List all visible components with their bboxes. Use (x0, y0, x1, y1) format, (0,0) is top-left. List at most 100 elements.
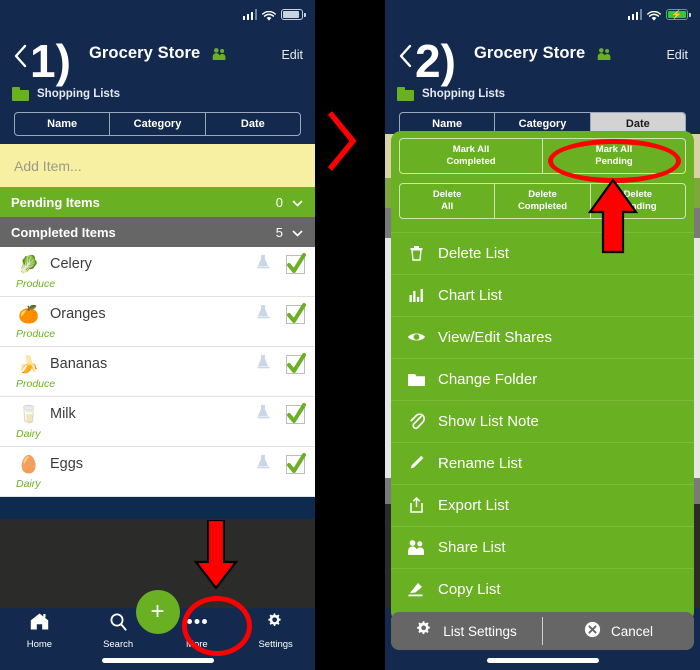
page-title-text-1: Grocery Store (88, 44, 201, 62)
menu-label-export-list: Export List (438, 496, 509, 514)
folder-icon (397, 87, 414, 101)
delete-all-line2: All (441, 200, 454, 212)
item-category: Dairy (16, 428, 41, 440)
nav-header-1: 1) Grocery Store Edit (0, 34, 315, 84)
home-icon (29, 612, 50, 636)
menu-item-chart-list[interactable]: Chart List (391, 273, 694, 316)
menu-item-view-edit-shares[interactable]: View/Edit Shares (391, 315, 694, 358)
item-checkbox[interactable] (286, 302, 306, 324)
mark-all-pending-button[interactable]: Mark All Pending (543, 139, 685, 173)
tab-label-home: Home (26, 639, 53, 650)
list-item[interactable]: 🥬 Celery Produce (0, 247, 315, 297)
edit-button-2[interactable]: Edit (666, 48, 688, 62)
menu-item-rename-list[interactable]: Rename List (391, 441, 694, 484)
page-title-text-2: Grocery Store (473, 44, 586, 62)
list-item[interactable]: 🥚 Eggs Dairy (0, 447, 315, 497)
delete-completed-line1: Delete (528, 188, 557, 200)
tab-label-more: More (186, 639, 208, 650)
nutrition-icon[interactable] (255, 453, 272, 475)
menu-item-share-list[interactable]: Share List (391, 525, 694, 568)
cancel-button[interactable]: Cancel (543, 612, 694, 650)
item-category: Produce (16, 278, 56, 290)
nutrition-icon[interactable] (255, 253, 272, 275)
section-label-completed: Completed Items (11, 224, 116, 240)
add-button-fab[interactable]: + (135, 590, 180, 634)
section-count-pending: 0 (275, 194, 283, 210)
delete-completed-button[interactable]: Delete Completed (495, 183, 591, 218)
tab-settings[interactable]: Settings (236, 612, 315, 654)
delete-all-button[interactable]: Delete All (400, 183, 496, 218)
mark-all-completed-line1: Mark All (452, 144, 490, 155)
item-name: Milk (50, 406, 76, 422)
wifi-icon (647, 9, 661, 21)
item-image: 🍌 (18, 354, 40, 374)
menu-label-delete-list: Delete List (438, 244, 509, 262)
search-icon (108, 612, 129, 636)
phone-screen-2: ⚡ 2) Grocery Store Edit Shopping Lists N… (385, 0, 700, 670)
sort-tab-category-1[interactable]: Category (110, 113, 206, 135)
menu-label-copy-list: Copy List (438, 580, 501, 598)
list-item[interactable]: 🍊 Oranges Produce (0, 297, 315, 347)
sort-segmented-control-1: Name Category Date (0, 108, 315, 144)
chevron-down-icon (292, 227, 303, 238)
mark-all-completed-button[interactable]: Mark All Completed (400, 139, 543, 173)
section-count-completed: 5 (275, 224, 283, 240)
section-label-pending: Pending Items (11, 194, 100, 210)
section-header-completed[interactable]: Completed Items 5 (0, 217, 315, 247)
battery-icon (281, 9, 306, 20)
nav-header-2: 2) Grocery Store Edit (385, 34, 700, 84)
status-bar-1 (0, 0, 315, 34)
chevron-down-icon (292, 197, 303, 208)
item-category: Produce (16, 378, 56, 390)
cellular-signal-icon (627, 9, 642, 20)
bar-chart-icon (403, 286, 429, 304)
export-icon (403, 496, 429, 514)
status-icons-1 (242, 9, 306, 21)
list-settings-label: List Settings (443, 623, 517, 639)
item-image: 🥚 (18, 454, 40, 474)
item-category: Dairy (16, 478, 41, 490)
sort-tab-date-1[interactable]: Date (206, 113, 300, 135)
tab-label-search: Search (103, 639, 134, 650)
item-checkbox[interactable] (286, 452, 306, 474)
section-header-pending[interactable]: Pending Items 0 (0, 187, 315, 217)
menu-item-show-list-note[interactable]: Show List Note (391, 399, 694, 442)
menu-item-delete-list[interactable]: Delete List (391, 231, 694, 274)
item-checkbox[interactable] (286, 352, 306, 374)
bulk-action-buttons: Mark All Completed Mark All Pending Dele… (391, 131, 694, 232)
item-name: Oranges (50, 306, 106, 322)
nutrition-icon[interactable] (255, 403, 272, 425)
mark-all-completed-line2: Completed (446, 155, 496, 167)
tab-home[interactable]: Home (0, 612, 79, 654)
gear-icon (416, 621, 433, 641)
menu-item-change-folder[interactable]: Change Folder (391, 357, 694, 400)
item-checkbox[interactable] (286, 402, 306, 424)
item-checkbox[interactable] (286, 252, 306, 274)
nutrition-icon[interactable] (255, 303, 272, 325)
mark-all-pending-line1: Mark All (595, 144, 633, 155)
paperclip-icon (403, 412, 429, 430)
edit-button-1[interactable]: Edit (281, 48, 303, 62)
cancel-label: Cancel (610, 623, 654, 639)
list-item[interactable]: 🍌 Bananas Produce (0, 347, 315, 397)
nutrition-icon[interactable] (255, 353, 272, 375)
list-item[interactable]: 🥛 Milk Dairy (0, 397, 315, 447)
sort-tab-name-1[interactable]: Name (15, 113, 111, 135)
step-number-1: 1) (30, 35, 71, 87)
menu-item-export-list[interactable]: Export List (391, 483, 694, 526)
delete-completed-line2: Completed (517, 200, 568, 212)
delete-pending-button[interactable]: Delete Pending (591, 184, 685, 218)
menu-item-copy-list[interactable]: Copy List (391, 567, 694, 610)
copy-icon (403, 581, 429, 598)
add-item-input-1[interactable]: Add Item... (0, 144, 315, 187)
menu-label-show-list-note: Show List Note (438, 412, 539, 430)
breadcrumb-label-2: Shopping Lists (422, 88, 506, 100)
people-icon (403, 539, 429, 556)
menu-label-share-list: Share List (438, 538, 506, 556)
mark-all-button-row: Mark All Completed Mark All Pending (399, 138, 686, 174)
ellipsis-icon (184, 612, 210, 636)
status-icons-2: ⚡ (627, 9, 691, 21)
item-image: 🥛 (18, 404, 40, 424)
list-settings-button[interactable]: List Settings (391, 612, 542, 650)
chevron-right-icon (322, 108, 362, 179)
